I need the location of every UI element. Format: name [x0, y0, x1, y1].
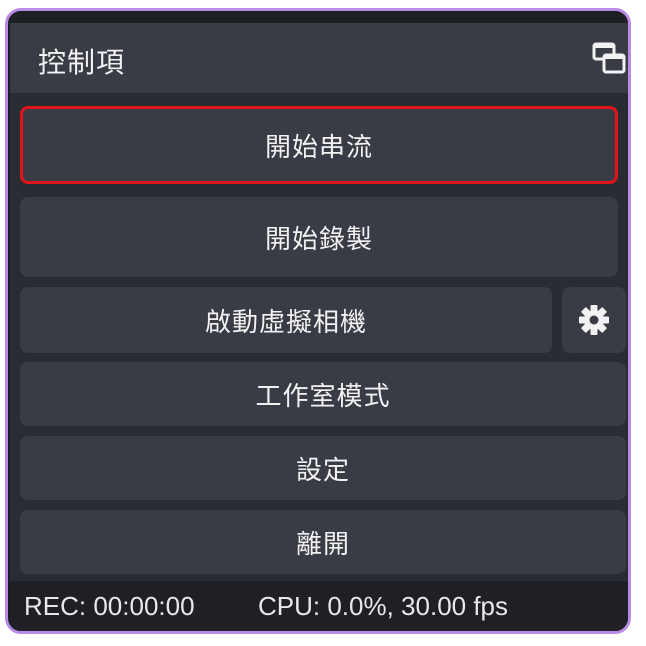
start-recording-button[interactable]: 開始錄製: [20, 197, 618, 277]
start-recording-label: 開始錄製: [264, 224, 373, 255]
studio-mode-label: 工作室模式: [255, 381, 391, 412]
cpu-status: CPU: 0.0%, 30.00 fps: [258, 591, 509, 621]
studio-mode-button[interactable]: 工作室模式: [20, 362, 626, 426]
dock-title: 控制項: [38, 46, 126, 79]
settings-button[interactable]: 設定: [20, 436, 626, 500]
start-streaming-button[interactable]: 開始串流: [20, 106, 618, 184]
dock-top-strip: [8, 11, 628, 23]
status-bar: REC: 00:00:00 CPU: 0.0%, 30.00 fps: [10, 581, 628, 631]
settings-label: 設定: [295, 455, 350, 486]
start-streaming-label: 開始串流: [264, 132, 373, 163]
exit-button[interactable]: 離開: [20, 510, 626, 574]
virtual-camera-settings-button[interactable]: [562, 287, 626, 353]
start-virtual-camera-label: 啟動虛擬相機: [204, 307, 367, 338]
controls-dock: 控制項 開始串流 開始錄製 啟動虛擬相機 工作室模式 設定 離開 REC: 00…: [5, 8, 631, 634]
dock-title-bar[interactable]: 控制項: [10, 23, 628, 93]
rec-status: REC: 00:00:00: [24, 591, 195, 621]
controls-content: 開始串流 開始錄製 啟動虛擬相機 工作室模式 設定 離開: [10, 93, 628, 581]
gear-icon: [579, 305, 609, 335]
exit-label: 離開: [295, 529, 350, 560]
start-virtual-camera-button[interactable]: 啟動虛擬相機: [20, 287, 552, 353]
undock-icon[interactable]: [592, 41, 626, 75]
